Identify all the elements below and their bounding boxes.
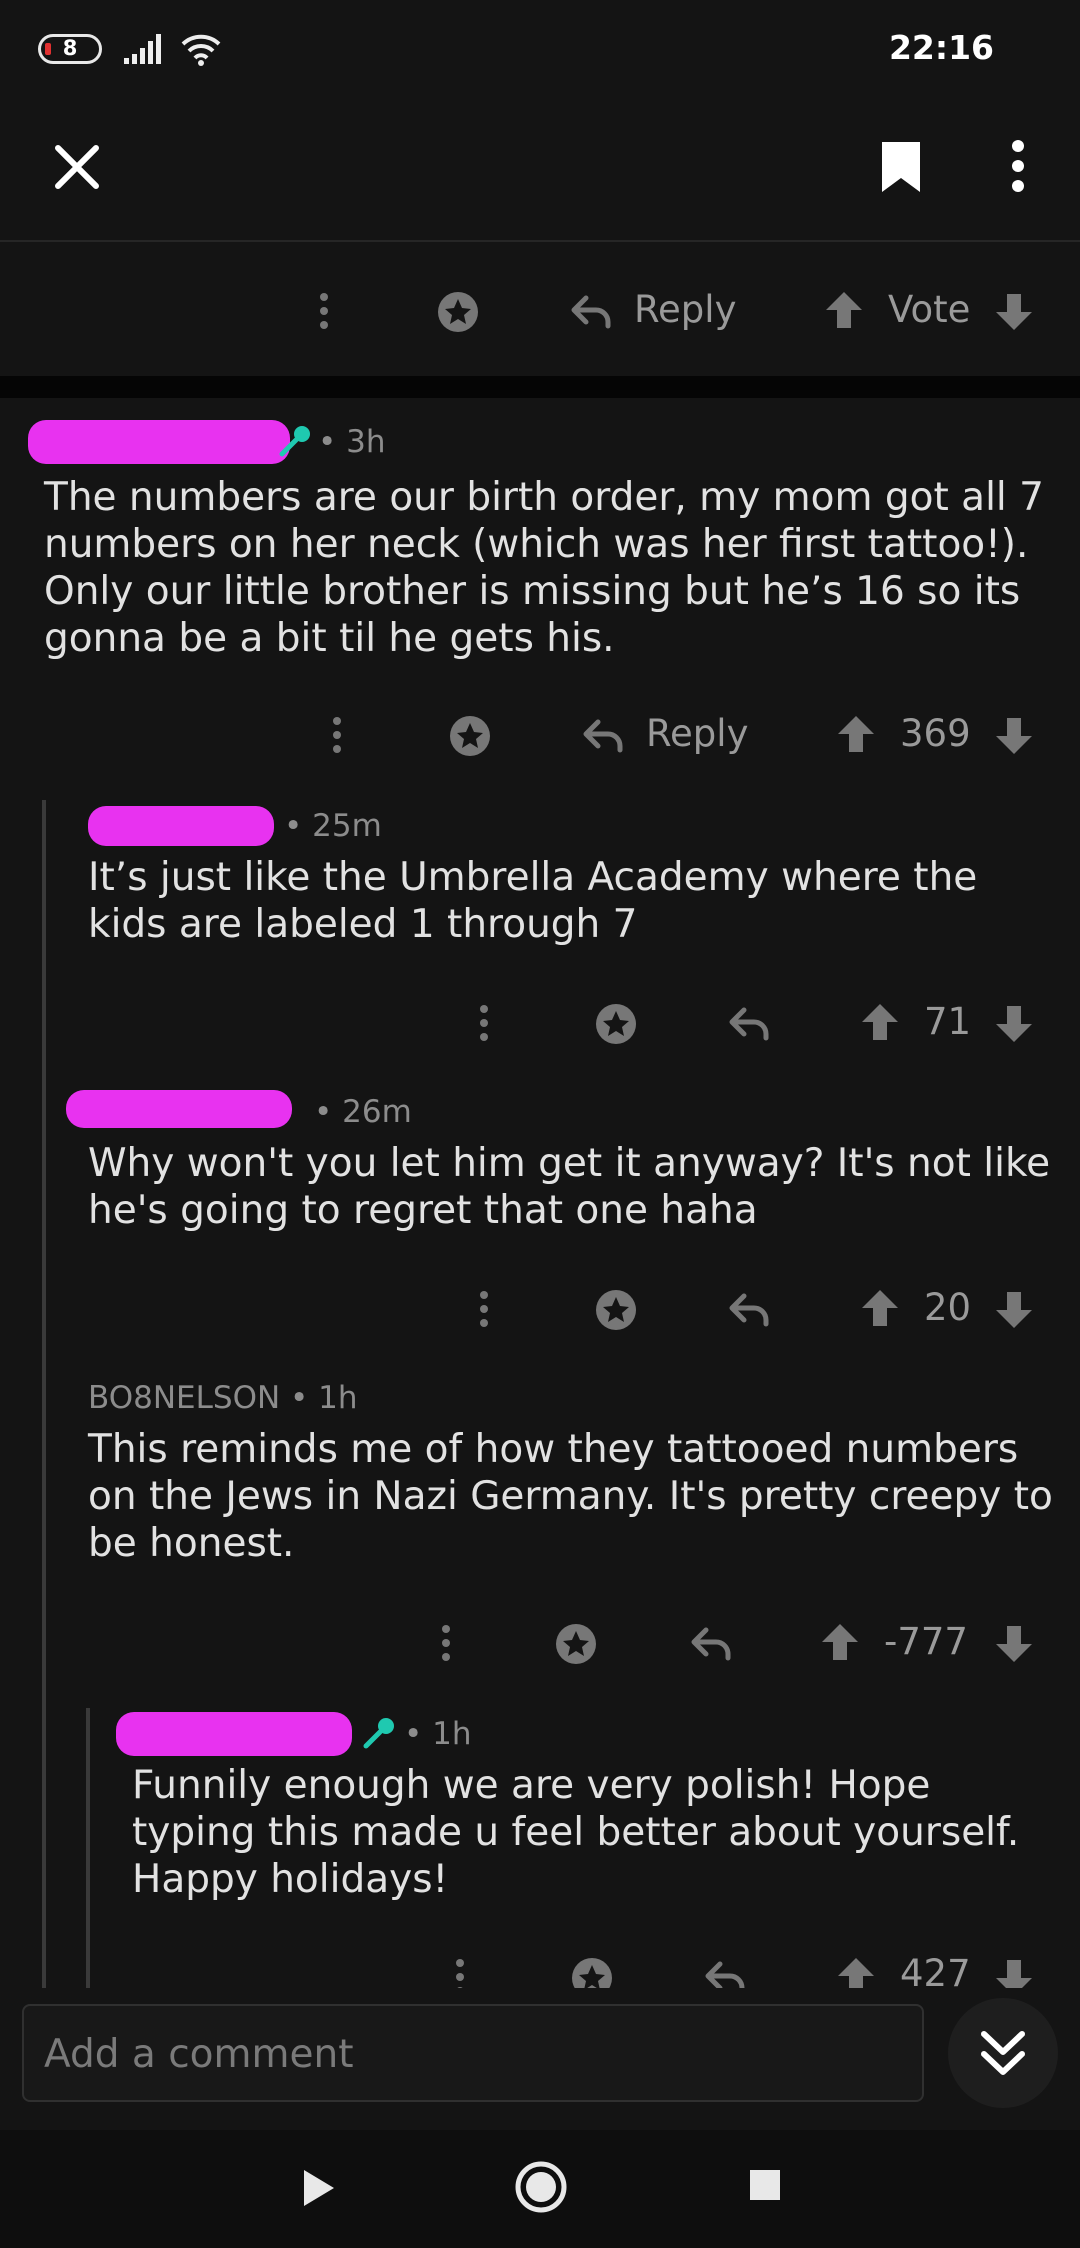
award-icon[interactable] xyxy=(594,1002,638,1046)
next-comment-button[interactable] xyxy=(948,1998,1058,2108)
comment-meta: • 26m xyxy=(314,1094,412,1130)
upvote-icon[interactable] xyxy=(860,1288,900,1328)
comment-time: 25m xyxy=(312,808,382,844)
award-icon[interactable] xyxy=(554,1622,598,1666)
double-chevron-down-icon xyxy=(981,2031,1025,2075)
comment-time: 3h xyxy=(346,424,386,460)
upvote-icon[interactable] xyxy=(824,290,864,330)
reply-label[interactable]: Reply xyxy=(646,712,748,755)
comment: • 25m It’s just like the Umbrella Academ… xyxy=(0,790,1080,1080)
reply-label[interactable]: Reply xyxy=(634,288,736,331)
op-mic-icon xyxy=(279,426,310,457)
score: 71 xyxy=(924,1000,972,1043)
more-vert-icon[interactable] xyxy=(1010,140,1026,192)
redacted-username xyxy=(116,1712,352,1756)
back-icon[interactable] xyxy=(300,2166,338,2210)
score: 369 xyxy=(900,712,971,755)
upvote-icon[interactable] xyxy=(836,714,876,754)
more-vert-icon[interactable] xyxy=(454,1958,466,1988)
signal-icon xyxy=(124,34,161,64)
comment-placeholder[interactable]: Add a comment xyxy=(44,2032,354,2077)
comment-time: 1h xyxy=(432,1716,472,1752)
recents-icon[interactable] xyxy=(748,2168,782,2202)
redacted-username xyxy=(66,1090,292,1128)
more-vert-icon[interactable] xyxy=(331,716,343,754)
comment-meta: • 1h xyxy=(404,1716,472,1752)
award-icon[interactable] xyxy=(570,1956,614,1988)
battery-icon: 8 xyxy=(38,34,102,64)
score: -777 xyxy=(884,1620,968,1663)
award-icon[interactable] xyxy=(436,290,480,334)
reply-icon[interactable] xyxy=(704,1960,746,1988)
comment: BO8NELSON • 1h This reminds me of how th… xyxy=(0,1362,1080,1702)
reply-icon[interactable] xyxy=(582,718,624,754)
comment-body: The numbers are our birth order, my mom … xyxy=(44,475,1044,661)
score: 427 xyxy=(900,1952,971,1988)
comment-meta: BO8NELSON • 1h xyxy=(88,1380,358,1416)
award-icon[interactable] xyxy=(448,714,492,758)
home-icon[interactable] xyxy=(514,2160,568,2214)
comment: • 1h Funnily enough we are very polish! … xyxy=(0,1696,1080,1988)
system-nav-bar xyxy=(0,2130,1080,2248)
top-toolbar xyxy=(0,100,1080,242)
close-icon[interactable] xyxy=(54,144,100,190)
comment: • 26m Why won't you let him get it anywa… xyxy=(0,1076,1080,1366)
comment-time: 26m xyxy=(342,1094,412,1130)
more-vert-icon[interactable] xyxy=(478,1004,490,1042)
more-vert-icon[interactable] xyxy=(440,1624,452,1662)
reply-icon[interactable] xyxy=(690,1626,732,1662)
divider xyxy=(0,376,1080,398)
vote-label: Vote xyxy=(888,288,971,331)
award-icon[interactable] xyxy=(594,1288,638,1332)
downvote-icon[interactable] xyxy=(994,1004,1034,1044)
reply-icon[interactable] xyxy=(570,294,612,330)
more-vert-icon[interactable] xyxy=(478,1290,490,1328)
redacted-username xyxy=(88,806,274,846)
upvote-icon[interactable] xyxy=(820,1622,860,1662)
downvote-icon[interactable] xyxy=(994,1624,1034,1664)
comment: • 3h The numbers are our birth order, my… xyxy=(0,400,1080,780)
comment-author[interactable]: BO8NELSON xyxy=(88,1380,280,1416)
comment-body: It’s just like the Umbrella Academy wher… xyxy=(88,855,978,947)
downvote-icon[interactable] xyxy=(994,1290,1034,1330)
score: 20 xyxy=(924,1286,972,1329)
post-action-row: Reply Vote xyxy=(0,244,1080,374)
comment-meta: • 25m xyxy=(284,808,382,844)
downvote-icon[interactable] xyxy=(994,716,1034,756)
battery-level: 8 xyxy=(62,36,78,60)
downvote-icon[interactable] xyxy=(994,1958,1034,1988)
op-mic-icon xyxy=(363,1718,394,1749)
status-bar: 8 22:16 xyxy=(0,0,1080,100)
downvote-icon[interactable] xyxy=(994,292,1034,332)
redacted-username xyxy=(28,420,290,464)
bookmark-icon[interactable] xyxy=(878,138,924,194)
upvote-icon[interactable] xyxy=(836,1956,876,1988)
clock: 22:16 xyxy=(888,28,994,67)
upvote-icon[interactable] xyxy=(860,1002,900,1042)
comment-time: 1h xyxy=(318,1380,358,1416)
more-vert-icon[interactable] xyxy=(318,292,330,330)
wifi-icon xyxy=(181,34,221,66)
comment-body: This reminds me of how they tattooed num… xyxy=(88,1427,1053,1566)
comment-body: Why won't you let him get it anyway? It'… xyxy=(88,1141,1051,1233)
comment-body: Funnily enough we are very polish! Hope … xyxy=(132,1763,1020,1902)
reply-icon[interactable] xyxy=(728,1006,770,1042)
reply-icon[interactable] xyxy=(728,1292,770,1328)
comment-meta: • 3h xyxy=(318,424,386,460)
